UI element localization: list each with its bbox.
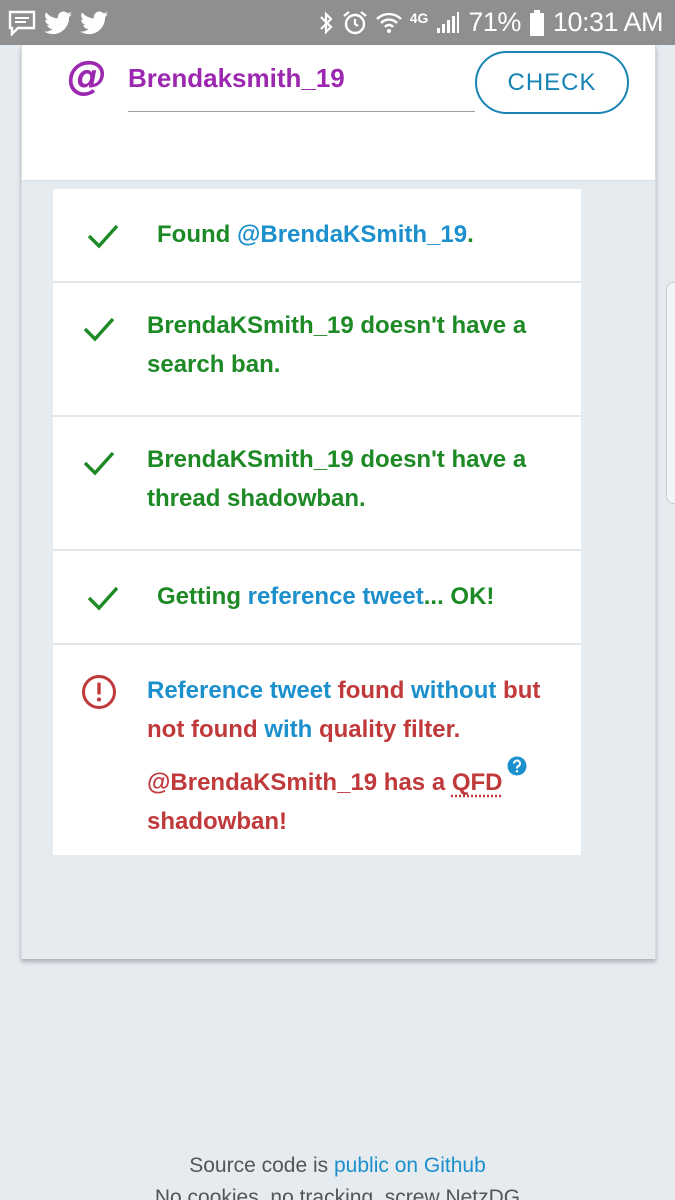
result-found-text: Found @BrendaKSmith_19. bbox=[157, 221, 474, 248]
with-filter-link[interactable]: with bbox=[264, 716, 312, 743]
username-form: @ CHECK bbox=[22, 45, 655, 181]
bluetooth-icon bbox=[318, 10, 334, 36]
footer-source-line: Source code is public on Github bbox=[189, 1154, 486, 1177]
status-bar: 4G 71% 10:31 AM bbox=[0, 0, 675, 45]
check-button[interactable]: CHECK bbox=[475, 51, 629, 114]
alarm-icon bbox=[342, 10, 368, 36]
network-type-label: 4G bbox=[409, 9, 429, 26]
help-icon[interactable] bbox=[507, 749, 527, 788]
at-sign-icon: @ bbox=[67, 53, 107, 99]
clock: 10:31 AM bbox=[552, 7, 664, 37]
checkmark-icon bbox=[82, 449, 116, 488]
result-thread-ban: BrendaKSmith_19 doesn't have a thread sha… bbox=[53, 417, 581, 551]
result-search-ban: BrendaKSmith_19 doesn't have a search ban… bbox=[53, 283, 581, 417]
twitter-icon bbox=[80, 10, 108, 35]
battery-icon bbox=[529, 9, 545, 37]
result-qfd-shadowban: Reference tweet found without but not fou… bbox=[53, 645, 581, 855]
signal-icon bbox=[436, 11, 460, 34]
checkmark-icon bbox=[86, 222, 120, 261]
scroll-handle[interactable] bbox=[666, 282, 675, 504]
without-filter-link[interactable]: without bbox=[411, 677, 496, 704]
github-link[interactable]: public on Github bbox=[334, 1154, 486, 1177]
status-bar-left bbox=[8, 10, 108, 36]
footer: Source code is public on Github No cooki… bbox=[0, 1150, 675, 1200]
result-reference-tweet-text: Getting reference tweet... OK! bbox=[157, 583, 495, 610]
battery-percentage: 71% bbox=[468, 7, 521, 37]
username-input[interactable] bbox=[128, 55, 475, 112]
checkmark-icon bbox=[86, 584, 120, 623]
wifi-icon bbox=[375, 12, 402, 34]
user-profile-link[interactable]: @BrendaKSmith_19 bbox=[237, 221, 467, 248]
result-thread-ban-text: BrendaKSmith_19 doesn't have a thread sha… bbox=[147, 446, 527, 512]
result-found: Found @BrendaKSmith_19. bbox=[53, 189, 581, 283]
result-search-ban-text: BrendaKSmith_19 doesn't have a search ban… bbox=[147, 312, 527, 378]
chat-icon bbox=[8, 10, 36, 36]
result-qfd-text: Reference tweet found without but not fou… bbox=[147, 677, 541, 835]
result-reference-tweet: Getting reference tweet... OK! bbox=[53, 551, 581, 645]
footer-privacy-line: No cookies, no tracking, screw NetzDG bbox=[154, 1186, 521, 1200]
twitter-icon bbox=[44, 10, 72, 35]
checkmark-icon bbox=[82, 315, 116, 354]
reference-tweet-link[interactable]: reference tweet bbox=[248, 583, 424, 610]
reference-tweet-link[interactable]: Reference tweet bbox=[147, 677, 331, 704]
results-list: Found @BrendaKSmith_19. BrendaKSmith_19 … bbox=[53, 189, 581, 855]
qfd-term[interactable]: QFD bbox=[452, 769, 503, 796]
warning-circle-icon bbox=[81, 674, 117, 722]
status-bar-right: 4G 71% 10:31 AM bbox=[318, 7, 664, 38]
